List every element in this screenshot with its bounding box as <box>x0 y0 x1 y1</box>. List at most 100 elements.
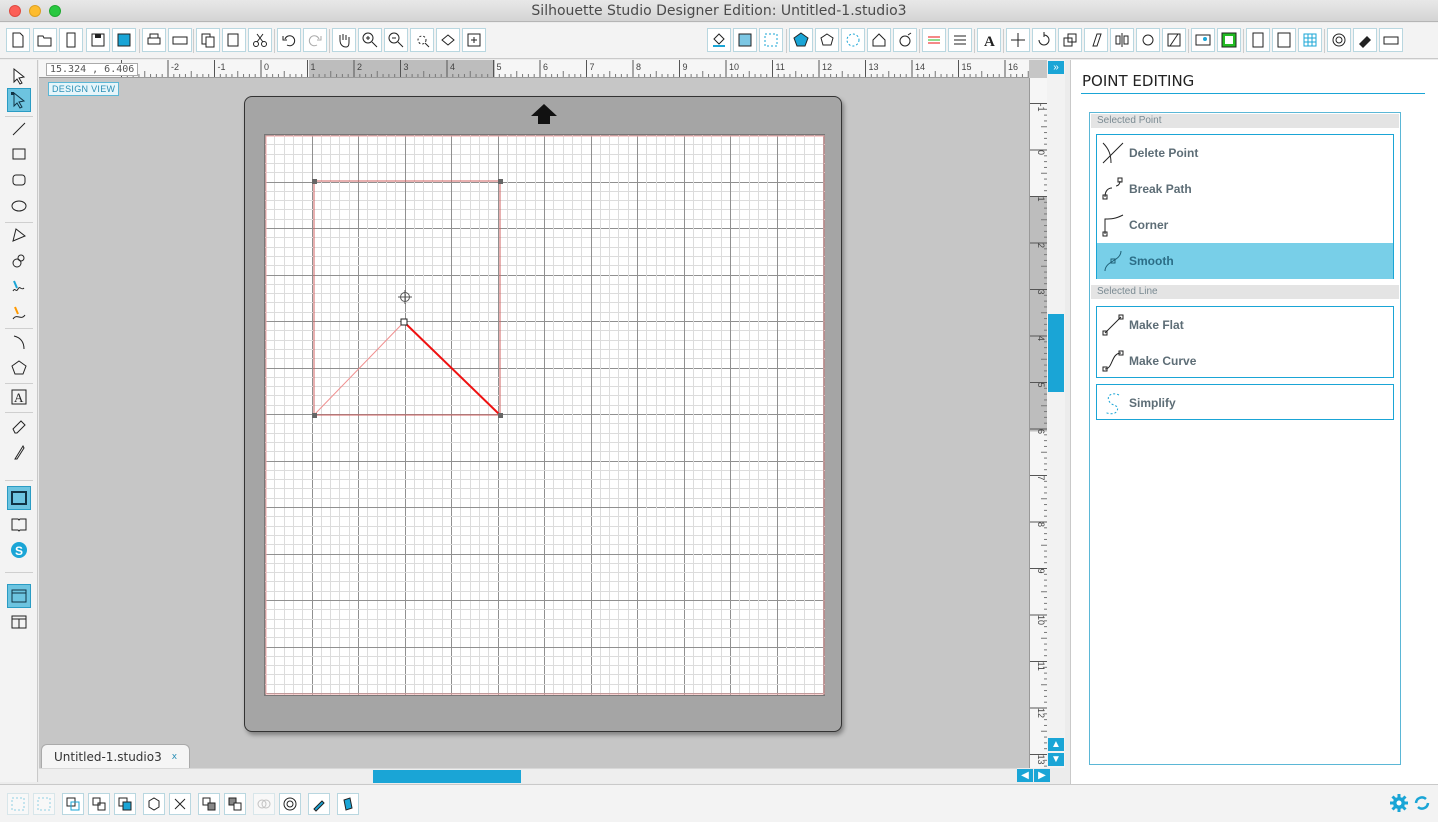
make-compound-path-button[interactable] <box>62 793 84 815</box>
text-tool-button[interactable]: A <box>7 385 31 409</box>
transform-button[interactable] <box>1006 28 1030 52</box>
fill-quick-button[interactable] <box>337 793 359 815</box>
save-button[interactable] <box>86 28 110 52</box>
smooth-freehand-tool-button[interactable] <box>7 301 31 325</box>
zoom-in-button[interactable] <box>358 28 382 52</box>
corner-handle-top-left[interactable] <box>312 179 317 184</box>
text-style-button[interactable]: A <box>977 28 1001 52</box>
collapse-panel-icon[interactable]: » <box>1048 61 1064 74</box>
knife-button[interactable] <box>1191 28 1215 52</box>
release-compound-path-button[interactable] <box>88 793 110 815</box>
zoom-selected-button[interactable] <box>410 28 434 52</box>
design-canvas[interactable]: -3-2-1012345678910111213141516 15.324 , … <box>39 60 1047 768</box>
replicate-button[interactable] <box>1136 28 1160 52</box>
corner-handle-top-right[interactable] <box>498 179 503 184</box>
close-tab-icon[interactable]: x <box>172 745 177 769</box>
modify-button[interactable] <box>1162 28 1186 52</box>
curve-tool-button[interactable] <box>7 249 31 273</box>
smooth-button[interactable]: Smooth <box>1097 243 1393 279</box>
rotation-handle-icon[interactable] <box>398 290 412 304</box>
bring-to-front-button[interactable] <box>224 793 246 815</box>
sync-icon[interactable] <box>1412 793 1432 813</box>
scale-button[interactable] <box>1058 28 1082 52</box>
open-button[interactable] <box>33 28 57 52</box>
make-curve-button[interactable]: Make Curve <box>1097 343 1393 379</box>
line-color-button[interactable] <box>789 28 813 52</box>
fill-color-button[interactable] <box>707 28 731 52</box>
media-sheet[interactable] <box>264 134 825 696</box>
offset-quick-button[interactable] <box>279 793 301 815</box>
registration-button[interactable] <box>1272 28 1296 52</box>
regular-polygon-tool-button[interactable] <box>7 356 31 380</box>
send-to-back-button[interactable] <box>198 793 220 815</box>
scroll-right-icon[interactable]: ▶ <box>1034 769 1050 782</box>
corner-handle-bottom-left[interactable] <box>312 413 317 418</box>
rounded-rectangle-tool-button[interactable] <box>7 168 31 192</box>
ungroup-button[interactable] <box>33 793 55 815</box>
cut-preview-button[interactable] <box>1379 28 1403 52</box>
grid-canvas[interactable] <box>265 135 826 697</box>
single-panel-view-button[interactable] <box>7 584 31 608</box>
fit-to-page-button[interactable] <box>462 28 486 52</box>
vertical-scrollbar[interactable]: » ▲ ▼ <box>1047 60 1065 768</box>
zoom-out-button[interactable] <box>384 28 408 52</box>
settings-gear-icon[interactable] <box>1389 793 1409 813</box>
make-flat-button[interactable]: Make Flat <box>1097 307 1393 343</box>
store-button[interactable]: S <box>7 538 31 562</box>
break-path-button[interactable]: Break Path <box>1097 171 1393 207</box>
undo-button[interactable] <box>277 28 301 52</box>
new-document-button[interactable] <box>6 28 30 52</box>
corner-button[interactable]: Corner <box>1097 207 1393 243</box>
pixscan-button[interactable] <box>1217 28 1241 52</box>
cut-style-button[interactable] <box>922 28 946 52</box>
open-library-button[interactable] <box>59 28 83 52</box>
document-tab[interactable]: Untitled-1.studio3 x <box>41 744 191 769</box>
trace-button[interactable] <box>893 28 917 52</box>
fill-gradient-button[interactable] <box>733 28 757 52</box>
bring-forward-button[interactable] <box>114 793 136 815</box>
cut-settings-button[interactable] <box>1327 28 1351 52</box>
vertical-scroll-thumb[interactable] <box>1048 314 1064 392</box>
pan-button[interactable] <box>332 28 356 52</box>
library-button[interactable] <box>7 512 31 536</box>
send-to-cutter-button[interactable] <box>168 28 192 52</box>
shadow-button[interactable] <box>841 28 865 52</box>
weld-button[interactable] <box>253 793 275 815</box>
horizontal-scrollbar[interactable] <box>39 768 1017 783</box>
delete-button[interactable] <box>169 793 191 815</box>
selected-point-handle[interactable] <box>400 318 408 326</box>
zoom-fit-button[interactable] <box>436 28 460 52</box>
duplicate-button[interactable] <box>143 793 165 815</box>
polygon-tool-button[interactable] <box>7 223 31 247</box>
line-weight-button[interactable] <box>948 28 972 52</box>
corner-handle-bottom-right[interactable] <box>498 413 503 418</box>
redo-button[interactable] <box>303 28 327 52</box>
knife-tool-button[interactable] <box>7 440 31 464</box>
paste-button[interactable] <box>222 28 246 52</box>
trace-quick-button[interactable] <box>308 793 330 815</box>
send-button[interactable] <box>1353 28 1377 52</box>
scroll-up-icon[interactable]: ▲ <box>1048 738 1064 751</box>
freehand-tool-button[interactable] <box>7 275 31 299</box>
offset-button[interactable] <box>867 28 891 52</box>
design-view-button[interactable] <box>7 486 31 510</box>
align-button[interactable] <box>1110 28 1134 52</box>
copy-button[interactable] <box>196 28 220 52</box>
line-style-button[interactable] <box>815 28 839 52</box>
grid-button[interactable] <box>1298 28 1322 52</box>
arc-tool-button[interactable] <box>7 330 31 354</box>
horizontal-scroll-thumb[interactable] <box>373 770 521 783</box>
scroll-down-icon[interactable]: ▼ <box>1048 753 1064 766</box>
rotate-button[interactable] <box>1032 28 1056 52</box>
split-view-button[interactable] <box>7 610 31 634</box>
page-setup-button[interactable] <box>1246 28 1270 52</box>
save-to-library-button[interactable] <box>112 28 136 52</box>
shear-button[interactable] <box>1084 28 1108 52</box>
simplify-button[interactable]: Simplify <box>1097 385 1393 421</box>
fill-pattern-button[interactable] <box>759 28 783 52</box>
eraser-tool-button[interactable] <box>7 414 31 438</box>
delete-point-button[interactable]: Delete Point <box>1097 135 1393 171</box>
scroll-left-icon[interactable]: ◀ <box>1017 769 1033 782</box>
select-tool-button[interactable] <box>7 64 31 88</box>
ellipse-tool-button[interactable] <box>7 194 31 218</box>
